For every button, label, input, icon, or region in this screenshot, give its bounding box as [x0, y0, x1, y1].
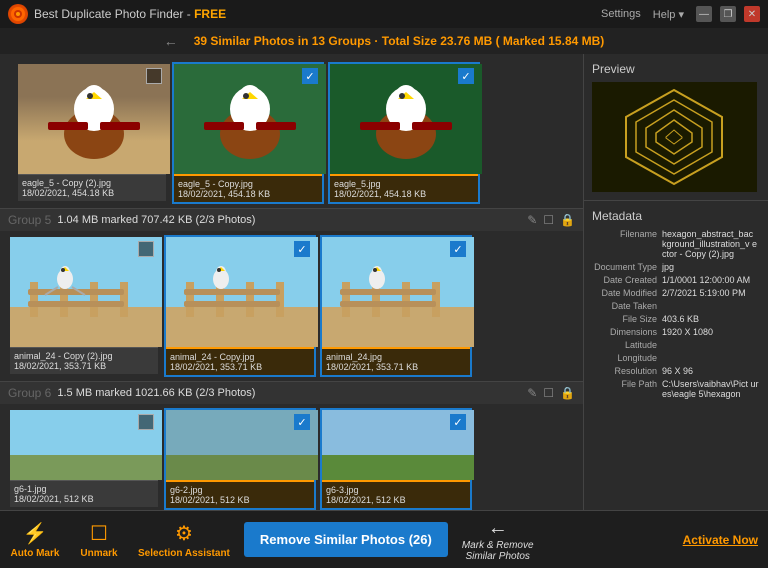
settings-button[interactable]: Settings: [601, 8, 641, 20]
selection-assistant-tool[interactable]: ⚙ Selection Assistant: [138, 521, 230, 559]
meta-row-dimensions: Dimensions 1920 X 1080: [592, 327, 760, 337]
photo-info: animal_24.jpg 18/02/2021, 353.71 KB: [322, 347, 470, 375]
check-box[interactable]: ✓: [458, 68, 474, 84]
photo-info: g6-1.jpg 18/02/2021, 512 KB: [10, 480, 158, 507]
photo-thumb[interactable]: animal_24 - Copy (2).jpg 18/02/2021, 353…: [8, 235, 160, 377]
metadata-rows: Filename hexagon_abstract_bac kground_il…: [592, 229, 760, 399]
group5-tools: ✎ ☐ 🔒: [527, 213, 575, 227]
meta-row-datemodified: Date Modified 2/7/2021 5:19:00 PM: [592, 288, 760, 298]
title-bar-right: Settings Help ▾ — ❐ ✕: [601, 6, 760, 22]
photo-thumb[interactable]: ✓ g6-3.jpg 18/02/2021, 512 KB: [320, 408, 472, 510]
group6-photos: g6-1.jpg 18/02/2021, 512 KB ✓ g6-2.jpg 1…: [0, 404, 583, 510]
photo-thumb[interactable]: ✓ eagle_5 - Copy.jpg 18/02/2021, 454.18 …: [172, 62, 324, 204]
photo-info: eagle_5 - Copy (2).jpg 18/02/2021, 454.1…: [18, 174, 166, 201]
app-title: Best Duplicate Photo Finder - FREE: [34, 7, 226, 21]
meta-row-datetaken: Date Taken: [592, 301, 760, 311]
summary-text: 39 Similar Photos in 13 Groups · Total S…: [194, 34, 605, 48]
photo-info: g6-3.jpg 18/02/2021, 512 KB: [322, 480, 470, 508]
photo-info: eagle_5.jpg 18/02/2021, 454.18 KB: [330, 174, 478, 202]
selection-assistant-label: Selection Assistant: [138, 548, 230, 559]
checkbox-icon[interactable]: ☐: [543, 213, 554, 227]
left-panel: eagle_5 - Copy (2).jpg 18/02/2021, 454.1…: [0, 54, 583, 510]
unmark-tool[interactable]: ☐ Unmark: [74, 521, 124, 559]
lock-icon[interactable]: 🔒: [560, 386, 575, 400]
back-button[interactable]: ←: [164, 33, 178, 49]
right-panel: Preview Metadata Filename hexagon_abstr: [583, 54, 768, 510]
check-box[interactable]: [138, 414, 154, 430]
meta-row-datecreated: Date Created 1/1/0001 12:00:00 AM: [592, 275, 760, 285]
photo-info: eagle_5 - Copy.jpg 18/02/2021, 454.18 KB: [174, 174, 322, 202]
checkbox-icon[interactable]: ☐: [543, 386, 554, 400]
group6-label: 1.5 MB marked 1021.66 KB (2/3 Photos): [57, 387, 521, 399]
sub-header: ← 39 Similar Photos in 13 Groups · Total…: [0, 28, 768, 54]
photo-info: g6-2.jpg 18/02/2021, 512 KB: [166, 480, 314, 508]
window-controls: — ❐ ✕: [696, 6, 760, 22]
title-bar: Best Duplicate Photo Finder - FREE Setti…: [0, 0, 768, 28]
photo-thumb[interactable]: ✓ animal_24 - Copy.jpg 18/02/2021, 353.7…: [164, 235, 316, 377]
edit-icon[interactable]: ✎: [527, 386, 537, 400]
photo-thumb[interactable]: g6-1.jpg 18/02/2021, 512 KB: [8, 408, 160, 510]
meta-row-filepath: File Path C:\Users\vaibhav\Pict ures\eag…: [592, 379, 760, 399]
meta-row-longitude: Longitude: [592, 353, 760, 363]
photo-thumb[interactable]: ✓ animal_24.jpg 18/02/2021, 353.71 KB: [320, 235, 472, 377]
group5-label: 1.04 MB marked 707.42 KB (2/3 Photos): [57, 214, 521, 226]
restore-button[interactable]: ❐: [720, 6, 736, 22]
auto-mark-label: Auto Mark: [11, 548, 60, 559]
meta-row-latitude: Latitude: [592, 340, 760, 350]
meta-row-doctype: Document Type jpg: [592, 262, 760, 272]
arrow-icon: ←: [488, 517, 508, 540]
check-box[interactable]: [146, 68, 162, 84]
lock-icon[interactable]: 🔒: [560, 213, 575, 227]
metadata-title: Metadata: [592, 209, 760, 223]
arrow-hint: ← Mark & RemoveSimilar Photos: [462, 517, 534, 562]
group5-photos: animal_24 - Copy (2).jpg 18/02/2021, 353…: [0, 231, 583, 381]
activate-now-button[interactable]: Activate Now: [683, 533, 758, 547]
photo-thumb[interactable]: ✓ eagle_5.jpg 18/02/2021, 454.18 KB: [328, 62, 480, 204]
help-button[interactable]: Help ▾: [653, 8, 684, 21]
metadata-section: Metadata Filename hexagon_abstract_bac k…: [584, 201, 768, 510]
meta-row-filename: Filename hexagon_abstract_bac kground_il…: [592, 229, 760, 259]
photo-info: animal_24 - Copy (2).jpg 18/02/2021, 353…: [10, 347, 158, 374]
group4-photos: eagle_5 - Copy (2).jpg 18/02/2021, 454.1…: [8, 58, 575, 208]
group6-tools: ✎ ☐ 🔒: [527, 386, 575, 400]
check-box[interactable]: ✓: [302, 68, 318, 84]
check-box[interactable]: ✓: [294, 414, 310, 430]
photo-thumb[interactable]: eagle_5 - Copy (2).jpg 18/02/2021, 454.1…: [16, 62, 168, 204]
group6-header: Group 6 1.5 MB marked 1021.66 KB (2/3 Ph…: [0, 381, 583, 404]
bottom-bar: ⚡ Auto Mark ☐ Unmark ⚙ Selection Assista…: [0, 510, 768, 568]
photo-thumb[interactable]: ✓ g6-2.jpg 18/02/2021, 512 KB: [164, 408, 316, 510]
group5-header: Group 5 1.04 MB marked 707.42 KB (2/3 Ph…: [0, 208, 583, 231]
auto-mark-tool[interactable]: ⚡ Auto Mark: [10, 521, 60, 559]
remove-similar-photos-button[interactable]: Remove Similar Photos (26): [244, 522, 448, 557]
app-logo: [8, 4, 28, 24]
meta-row-resolution: Resolution 96 X 96: [592, 366, 760, 376]
photo-info: animal_24 - Copy.jpg 18/02/2021, 353.71 …: [166, 347, 314, 375]
close-button[interactable]: ✕: [744, 6, 760, 22]
preview-section: Preview: [584, 54, 768, 201]
main-layout: eagle_5 - Copy (2).jpg 18/02/2021, 454.1…: [0, 54, 768, 510]
check-box[interactable]: ✓: [450, 241, 466, 257]
minimize-button[interactable]: —: [696, 6, 712, 22]
preview-title: Preview: [592, 62, 760, 76]
meta-row-filesize: File Size 403.6 KB: [592, 314, 760, 324]
check-box[interactable]: [138, 241, 154, 257]
check-box[interactable]: ✓: [450, 414, 466, 430]
check-box[interactable]: ✓: [294, 241, 310, 257]
unmark-label: Unmark: [80, 548, 117, 559]
preview-image: [592, 82, 757, 192]
edit-icon[interactable]: ✎: [527, 213, 537, 227]
title-bar-left: Best Duplicate Photo Finder - FREE: [8, 4, 226, 24]
